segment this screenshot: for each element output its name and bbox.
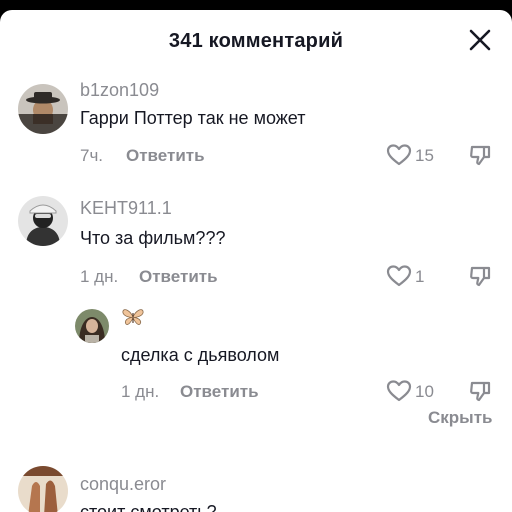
heart-icon[interactable] xyxy=(386,143,412,167)
comment-text: сделка с дьяволом xyxy=(121,345,280,365)
woman-avatar[interactable] xyxy=(75,309,109,343)
comment-text: Гарри Поттер так не может xyxy=(80,108,306,128)
comment-item: KEHT911.1 Что за фильм??? 1 дн. Ответить… xyxy=(0,190,512,290)
dislike-icon[interactable] xyxy=(468,379,492,403)
comment-username[interactable]: conqu.eror xyxy=(80,474,166,495)
reply-comment-item: сделка с дьяволом 1 дн. Ответить 10 xyxy=(0,305,512,405)
comment-time: 1 дн. xyxy=(80,267,119,286)
comments-count-title: 341 комментарий xyxy=(168,30,344,52)
butterfly-emoji[interactable] xyxy=(121,307,145,327)
heart-icon[interactable] xyxy=(386,379,412,403)
comment-username[interactable]: KEHT911.1 xyxy=(80,198,172,219)
comment-text: Что за фильм??? xyxy=(80,228,226,248)
comment-time: 1 дн. xyxy=(121,382,160,401)
hands-avatar[interactable] xyxy=(18,466,68,512)
comment-text: стоит смотреть? xyxy=(80,502,217,512)
like-count: 1 xyxy=(415,267,425,286)
comments-header: 341 комментарий xyxy=(0,10,512,70)
comment-time: 7ч. xyxy=(80,146,104,165)
reply-button[interactable]: Ответить xyxy=(180,382,259,402)
comment-username[interactable]: b1zon109 xyxy=(80,80,159,101)
dislike-icon[interactable] xyxy=(468,264,492,288)
like-count: 15 xyxy=(415,146,434,165)
reply-button[interactable]: Ответить xyxy=(139,267,218,287)
comment-item: b1zon109 Гарри Поттер так не может 7ч. О… xyxy=(0,70,512,170)
reply-button[interactable]: Ответить xyxy=(126,146,205,166)
dislike-icon[interactable] xyxy=(468,143,492,167)
comments-sheet: 341 комментарий b1zon109 Гарри Поттер та… xyxy=(0,10,512,512)
hide-replies-button[interactable]: Скрыть xyxy=(428,408,492,428)
heart-icon[interactable] xyxy=(386,264,412,288)
like-count: 10 xyxy=(415,382,434,401)
comment-item: conqu.eror стоит смотреть? xyxy=(0,460,512,512)
masked-user-avatar[interactable] xyxy=(18,196,68,246)
user-with-hat-avatar[interactable] xyxy=(18,84,68,134)
close-icon[interactable] xyxy=(466,26,494,54)
